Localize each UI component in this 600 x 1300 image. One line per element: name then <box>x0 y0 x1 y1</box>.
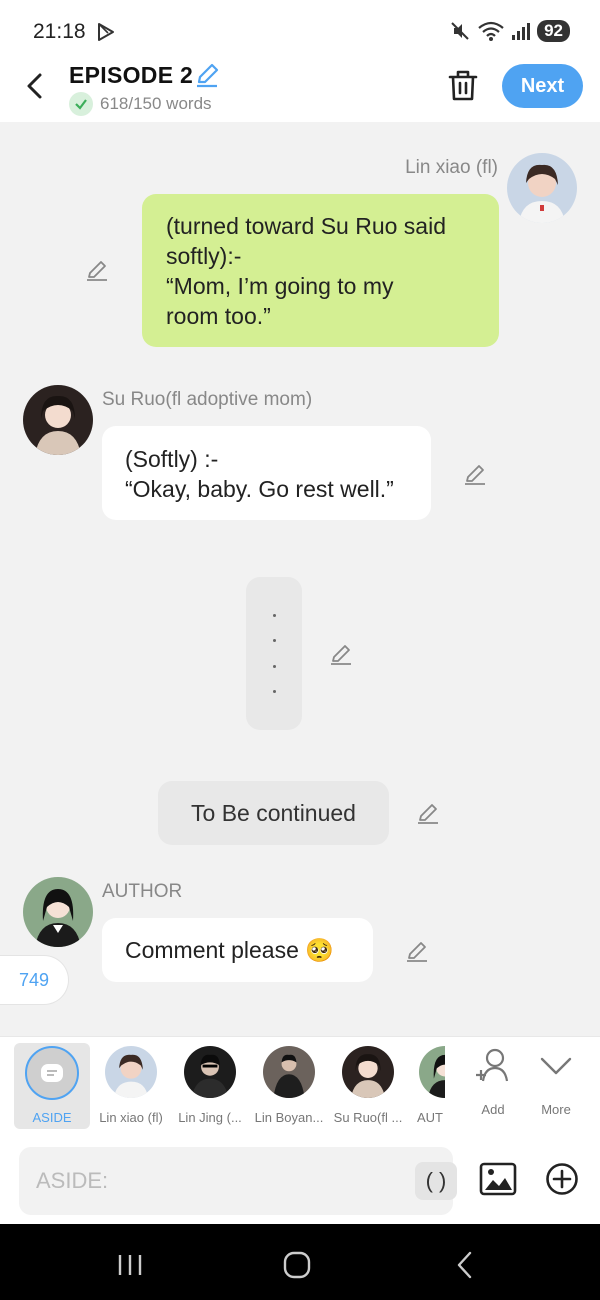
wifi-icon <box>478 21 504 41</box>
avatar <box>419 1046 445 1098</box>
image-icon[interactable] <box>479 1160 517 1198</box>
trash-icon[interactable] <box>447 68 479 102</box>
edit-message-icon[interactable] <box>405 939 429 963</box>
character-bar: ASIDE Lin xiao (fl) Lin Jing (... Lin Bo… <box>0 1036 600 1136</box>
signal-icon <box>512 23 531 40</box>
status-icons: 92 <box>449 20 570 42</box>
message-bubble[interactable]: (turned toward Su Ruo said softly):- “Mo… <box>142 194 499 347</box>
next-button[interactable]: Next <box>502 64 583 108</box>
episode-title: EPISODE 2 <box>69 62 194 88</box>
parentheses-button[interactable]: ( ) <box>415 1162 457 1200</box>
aside-icon <box>25 1046 79 1100</box>
episode-header: EPISODE 2 618/150 words Next <box>0 60 600 122</box>
message-line: (turned toward Su Ruo said <box>166 213 446 239</box>
status-time: 21:18 <box>33 20 86 43</box>
message-line: “Mom, I’m going to my <box>166 273 394 299</box>
add-character-button[interactable]: Add <box>463 1045 523 1117</box>
avatar <box>263 1046 315 1098</box>
edit-message-icon[interactable] <box>329 642 353 666</box>
avatar <box>105 1046 157 1098</box>
character-lin-boyan[interactable]: Lin Boyan... <box>249 1043 329 1129</box>
message-line: room too.” <box>166 303 271 329</box>
edit-message-icon[interactable] <box>463 462 487 486</box>
character-aside[interactable]: ASIDE <box>14 1043 90 1129</box>
edit-message-icon[interactable] <box>85 258 109 282</box>
check-icon <box>69 92 93 116</box>
character-lin-xiao[interactable]: Lin xiao (fl) <box>91 1043 171 1129</box>
character-label: Lin xiao (fl) <box>99 1110 163 1125</box>
back-arrow-icon[interactable] <box>22 70 48 102</box>
recent-apps-icon[interactable] <box>115 1250 145 1280</box>
battery-indicator: 92 <box>537 20 570 42</box>
message-input-box[interactable]: ( ) <box>19 1147 457 1215</box>
narration-bubble[interactable]: To Be continued <box>158 781 389 845</box>
more-label: More <box>541 1102 571 1117</box>
dot <box>272 639 276 643</box>
home-icon[interactable] <box>282 1250 312 1280</box>
add-label: Add <box>481 1102 505 1117</box>
message-bubble[interactable]: (Softly) :- “Okay, baby. Go rest well.” <box>102 426 431 520</box>
message-line: “Okay, baby. Go rest well.” <box>125 476 394 502</box>
play-store-icon <box>98 23 114 41</box>
chevron-down-icon <box>540 1057 572 1075</box>
dot <box>272 664 276 668</box>
speaker-name: Su Ruo(fl adoptive mom) <box>102 389 313 410</box>
word-count: 618/150 words <box>100 94 212 113</box>
edit-message-icon[interactable] <box>416 801 440 825</box>
status-bar: 21:18 92 <box>0 0 600 60</box>
back-icon[interactable] <box>450 1250 480 1280</box>
avatar[interactable] <box>507 153 577 223</box>
avatar[interactable] <box>23 877 93 947</box>
dot <box>272 613 276 617</box>
speaker-name: AUTHOR <box>102 881 183 902</box>
edit-title-icon[interactable] <box>194 62 220 88</box>
more-characters-button[interactable]: More <box>526 1045 586 1117</box>
character-label: Su Ruo(fl ... <box>333 1110 403 1125</box>
character-label: Lin Jing (... <box>178 1110 242 1125</box>
speaker-name: Lin xiao (fl) <box>405 157 498 178</box>
character-su-ruo[interactable]: Su Ruo(fl ... <box>328 1043 408 1129</box>
system-nav-bar <box>0 1224 600 1300</box>
avatar <box>184 1046 236 1098</box>
character-label: AUT <box>417 1110 443 1125</box>
input-bar: ( ) <box>0 1136 600 1224</box>
plus-circle-icon[interactable] <box>545 1162 579 1196</box>
chat-area[interactable]: Lin xiao (fl) (turned toward Su Ruo said… <box>0 122 600 1036</box>
word-counter-badge[interactable]: 749 <box>0 955 69 1005</box>
message-line: (Softly) :- <box>125 446 219 472</box>
character-author[interactable]: AUT <box>407 1043 445 1129</box>
character-label: Lin Boyan... <box>254 1110 324 1125</box>
avatar[interactable] <box>23 385 93 455</box>
avatar <box>342 1046 394 1098</box>
dot <box>272 690 276 694</box>
message-bubble[interactable]: Comment please 🥺 <box>102 918 373 982</box>
message-input[interactable] <box>36 1165 376 1197</box>
character-label: ASIDE <box>32 1110 72 1125</box>
dots-bubble[interactable] <box>246 577 302 730</box>
mute-icon <box>451 22 469 40</box>
add-person-icon <box>476 1048 509 1082</box>
message-line: softly):- <box>166 243 242 269</box>
character-lin-jing[interactable]: Lin Jing (... <box>170 1043 250 1129</box>
